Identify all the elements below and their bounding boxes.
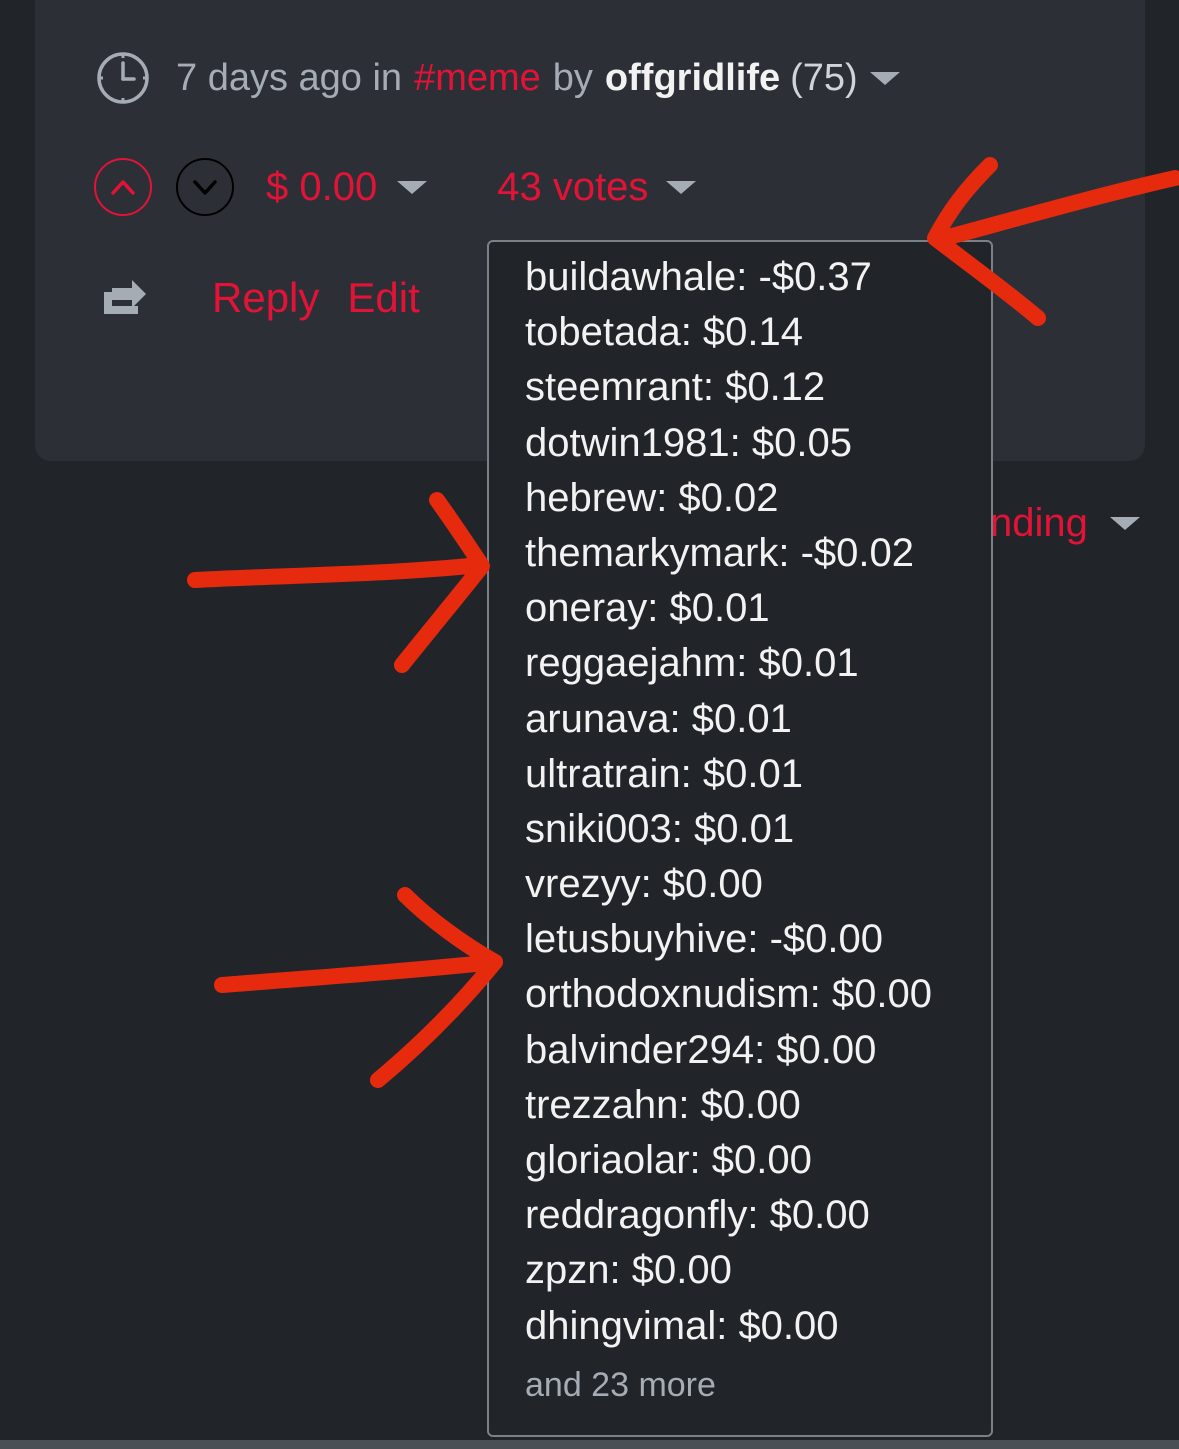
voter-item[interactable]: reddragonfly: $0.00 bbox=[525, 1188, 991, 1243]
votes-count-label: 43 votes bbox=[497, 164, 649, 209]
voter-item[interactable]: sniki003: $0.01 bbox=[525, 802, 991, 857]
author-link[interactable]: offgridlife bbox=[605, 57, 780, 100]
downvote-button[interactable] bbox=[176, 158, 234, 216]
voter-item[interactable]: steemrant: $0.12 bbox=[525, 360, 991, 415]
voter-item[interactable]: zpzn: $0.00 bbox=[525, 1243, 991, 1298]
time-ago: 7 days ago in bbox=[176, 56, 403, 99]
post-meta: 7 days ago in #meme by offgridlife (75) bbox=[96, 50, 900, 106]
sort-dropdown[interactable]: nding bbox=[990, 496, 1140, 550]
voter-item[interactable]: trezzahn: $0.00 bbox=[525, 1078, 991, 1133]
author-reputation: (75) bbox=[790, 56, 858, 99]
voter-item[interactable]: themarkymark: -$0.02 bbox=[525, 526, 991, 581]
voter-item[interactable]: dotwin1981: $0.05 bbox=[525, 416, 991, 471]
more-voters-label[interactable]: and 23 more bbox=[525, 1366, 991, 1405]
voter-item[interactable]: orthodoxnudism: $0.00 bbox=[525, 967, 991, 1022]
voter-list: buildawhale: -$0.37 tobetada: $0.14 steemr… bbox=[525, 250, 991, 1354]
action-row: Reply Edit bbox=[100, 268, 420, 328]
voters-dropdown: buildawhale: -$0.37 tobetada: $0.14 steemr… bbox=[487, 240, 993, 1437]
page: 7 days ago in #meme by offgridlife (75) … bbox=[0, 0, 1179, 1449]
voter-item[interactable]: letusbuyhive: -$0.00 bbox=[525, 912, 991, 967]
annotation-arrow-middle bbox=[187, 492, 490, 673]
reply-button[interactable]: Reply bbox=[212, 274, 319, 322]
clock-icon bbox=[97, 52, 149, 104]
voter-item[interactable]: ultratrain: $0.01 bbox=[525, 747, 991, 802]
by-label: by bbox=[552, 56, 593, 99]
voter-item[interactable]: buildawhale: -$0.37 bbox=[525, 250, 991, 305]
voter-item[interactable]: arunava: $0.01 bbox=[525, 692, 991, 747]
voter-item[interactable]: gloriaolar: $0.00 bbox=[525, 1133, 991, 1188]
voter-item[interactable]: vrezyy: $0.00 bbox=[525, 857, 991, 912]
voter-item[interactable]: tobetada: $0.14 bbox=[525, 305, 991, 360]
caret-down-icon bbox=[666, 180, 697, 194]
tag-link[interactable]: #meme bbox=[414, 57, 541, 100]
caret-down-icon bbox=[1109, 516, 1140, 530]
annotation-arrow-lower bbox=[214, 887, 503, 1088]
payout-dropdown[interactable]: $ 0.00 bbox=[266, 164, 428, 210]
votes-dropdown[interactable]: 43 votes bbox=[497, 164, 697, 210]
voter-item[interactable]: reggaejahm: $0.01 bbox=[525, 636, 991, 691]
chevron-up-icon bbox=[111, 180, 135, 195]
voter-item[interactable]: oneray: $0.01 bbox=[525, 581, 991, 636]
vote-row: $ 0.00 43 votes bbox=[94, 158, 697, 216]
voter-item[interactable]: balvinder294: $0.00 bbox=[525, 1023, 991, 1078]
voter-item[interactable]: dhingvimal: $0.00 bbox=[525, 1299, 991, 1354]
payout-value: $ 0.00 bbox=[266, 164, 378, 209]
upvote-button[interactable] bbox=[94, 158, 152, 216]
caret-down-icon bbox=[397, 180, 428, 194]
author-menu-caret-icon[interactable] bbox=[869, 71, 900, 85]
edit-button[interactable]: Edit bbox=[347, 274, 419, 322]
chevron-down-icon bbox=[193, 180, 217, 195]
reblog-icon[interactable] bbox=[100, 278, 148, 318]
sort-label: nding bbox=[990, 500, 1088, 545]
voter-item[interactable]: hebrew: $0.02 bbox=[525, 471, 991, 526]
bottom-bar bbox=[0, 1440, 1179, 1449]
